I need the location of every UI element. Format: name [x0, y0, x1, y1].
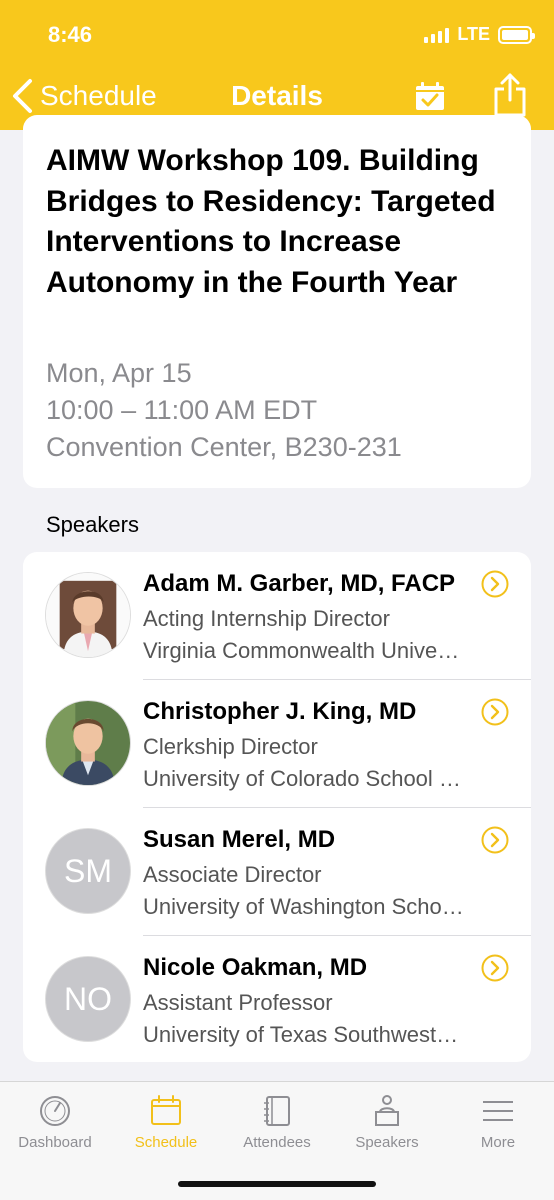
tab-more[interactable]: More	[443, 1094, 553, 1151]
speaker-name: Adam M. Garber, MD, FACP	[143, 570, 456, 597]
speakers-section-label: Speakers	[46, 512, 139, 537]
chevron-right-circle-icon	[481, 954, 509, 982]
avatar-initials: NO	[45, 956, 131, 1042]
session-meta: Mon, Apr 15 10:00 – 11:00 AM EDT Convent…	[46, 355, 402, 466]
podium-icon	[375, 1095, 399, 1126]
calendar-icon	[151, 1095, 181, 1125]
speaker-organization: Virginia Commonwealth University	[143, 638, 465, 663]
session-card: AIMW Workshop 109. Building Bridges to R…	[23, 115, 531, 488]
speaker-name: Christopher J. King, MD	[143, 698, 417, 725]
tab-speakers[interactable]: Speakers	[332, 1094, 442, 1151]
signal-icon	[424, 27, 450, 43]
share-icon	[494, 73, 526, 117]
menu-icon	[483, 1101, 513, 1121]
speaker-row[interactable]: NO Nicole Oakman, MD Assistant Professor…	[23, 936, 531, 1062]
speaker-organization: University of Colorado School of Medicin…	[143, 766, 465, 791]
speaker-name: Susan Merel, MD	[143, 826, 336, 853]
tab-label: Speakers	[355, 1134, 419, 1151]
gauge-icon	[40, 1096, 70, 1126]
tab-label: Dashboard	[18, 1134, 92, 1151]
speaker-role: Acting Internship Director	[143, 606, 390, 631]
avatar-initials: SM	[45, 828, 131, 914]
notebook-icon	[264, 1096, 290, 1126]
network-label: LTE	[457, 24, 490, 44]
session-title: AIMW Workshop 109. Building Bridges to R…	[46, 144, 496, 299]
speaker-row[interactable]: SM Susan Merel, MD Associate Director Un…	[23, 808, 531, 935]
tab-label: Attendees	[243, 1134, 311, 1151]
speakers-list: Adam M. Garber, MD, FACP Acting Internsh…	[23, 552, 531, 1062]
chevron-left-icon	[13, 79, 32, 113]
back-button[interactable]: Schedule	[10, 78, 157, 114]
person-photo-icon	[46, 701, 130, 785]
tab-schedule[interactable]: Schedule	[111, 1094, 221, 1151]
tab-label: Schedule	[134, 1134, 198, 1151]
avatar	[45, 572, 131, 658]
speaker-role: Associate Director	[143, 862, 322, 887]
speaker-name: Nicole Oakman, MD	[143, 954, 368, 981]
chevron-right-circle-icon	[481, 826, 509, 854]
speaker-row[interactable]: Adam M. Garber, MD, FACP Acting Internsh…	[23, 552, 531, 679]
person-photo-icon	[46, 573, 130, 657]
app-header: 8:46 LTE Schedule Details	[0, 0, 554, 130]
avatar	[45, 700, 131, 786]
tab-label: More	[480, 1134, 516, 1151]
tab-attendees[interactable]: Attendees	[222, 1094, 332, 1151]
session-date: Mon, Apr 15	[46, 358, 192, 388]
speaker-role: Assistant Professor	[143, 990, 333, 1015]
add-to-calendar-button[interactable]	[414, 82, 446, 117]
session-location: Convention Center, B230-231	[46, 432, 402, 462]
session-time: 10:00 – 11:00 AM EDT	[46, 395, 318, 425]
speaker-organization: University of Texas Southwestern	[143, 1022, 465, 1047]
chevron-right-circle-icon	[481, 570, 509, 598]
speaker-organization: University of Washington School of Medic…	[143, 894, 465, 919]
tab-dashboard[interactable]: Dashboard	[0, 1094, 110, 1151]
status-time: 8:46	[48, 22, 93, 47]
back-button-label: Schedule	[40, 80, 157, 111]
speaker-row[interactable]: Christopher J. King, MD Clerkship Direct…	[23, 680, 531, 807]
battery-icon	[498, 25, 535, 44]
status-indicators: LTE	[424, 24, 535, 45]
speaker-role: Clerkship Director	[143, 734, 318, 759]
calendar-check-icon	[416, 82, 444, 110]
chevron-right-circle-icon	[481, 698, 509, 726]
home-indicator	[178, 1181, 376, 1187]
